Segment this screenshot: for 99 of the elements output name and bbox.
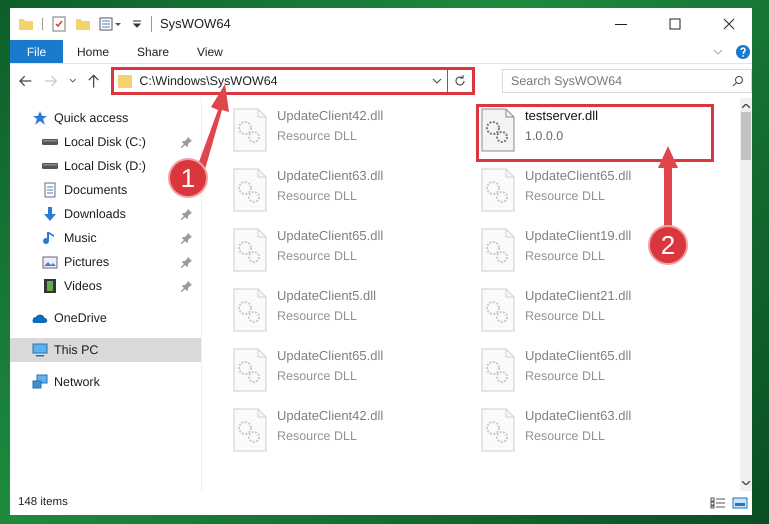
folder-icon	[117, 73, 134, 89]
file-name: UpdateClient65.dll	[277, 228, 384, 244]
file-gears-icon	[233, 108, 267, 152]
sidebar-item[interactable]: Videos	[10, 274, 160, 298]
file-item[interactable]: UpdateClient63.dll Resource DLL	[228, 164, 392, 222]
sidebar-item[interactable]: Network	[10, 370, 201, 394]
file-gears-icon	[481, 288, 515, 332]
file-version: 1.0.0.0	[525, 128, 564, 145]
file-item[interactable]: UpdateClient63.dll Resource DLL	[476, 404, 640, 462]
large-icons-view-icon[interactable]	[732, 497, 748, 509]
network-icon	[32, 374, 48, 390]
file-version: Resource DLL	[277, 248, 358, 265]
file-name: UpdateClient19.dll	[525, 228, 632, 244]
picture-icon	[42, 254, 58, 270]
drive-icon	[42, 163, 58, 169]
drive-icon	[42, 139, 58, 145]
ribbon-tab[interactable]: View	[183, 40, 237, 63]
close-icon	[723, 18, 735, 30]
file-version: Resource DLL	[525, 308, 606, 325]
file-gears-icon	[481, 348, 515, 392]
file-version: Resource DLL	[277, 188, 358, 205]
sidebar-item[interactable]: Pictures	[10, 250, 160, 274]
file-gears-icon	[481, 168, 515, 212]
pin-icon[interactable]	[181, 208, 193, 220]
pin-icon[interactable]	[181, 256, 193, 268]
file-item[interactable]: UpdateClient19.dll Resource DLL	[476, 224, 640, 282]
help-icon[interactable]	[736, 44, 750, 58]
star-icon	[32, 110, 48, 126]
file-version: Resource DLL	[277, 368, 358, 385]
window-title: SysWOW64	[160, 15, 231, 34]
file-version: Resource DLL	[277, 428, 358, 445]
file-item[interactable]: UpdateClient21.dll Resource DLL	[476, 284, 640, 342]
sidebar-item[interactable]: Music	[10, 226, 160, 250]
file-item[interactable]: UpdateClient65.dll Resource DLL	[228, 344, 392, 402]
search-icon	[732, 75, 744, 87]
file-item[interactable]: UpdateClient5.dll Resource DLL	[228, 284, 386, 342]
file-gears-icon	[481, 408, 515, 452]
file-gears-icon	[233, 408, 267, 452]
pin-icon[interactable]	[181, 280, 193, 292]
file-gears-icon	[233, 228, 267, 272]
details-view-icon[interactable]	[710, 497, 726, 509]
ribbon-tab[interactable]: Share	[123, 40, 184, 63]
file-name: UpdateClient42.dll	[277, 108, 384, 124]
file-item[interactable]: UpdateClient65.dll Resource DLL	[228, 224, 392, 282]
file-name: UpdateClient5.dll	[277, 288, 376, 304]
scrollbar-thumb[interactable]	[741, 112, 751, 160]
sidebar-item[interactable]: Local Disk (D:)	[10, 154, 160, 178]
up-arrow-icon[interactable]	[86, 73, 102, 89]
ribbon-tab[interactable]: File	[10, 40, 63, 63]
recent-dropdown-icon[interactable]	[68, 77, 76, 85]
file-name: testserver.dll	[525, 108, 598, 124]
file-item[interactable]: UpdateClient42.dll Resource DLL	[228, 104, 392, 162]
sidebar-item[interactable]: Downloads	[10, 202, 160, 226]
document-icon	[42, 182, 58, 198]
address-path: C:\Windows\SysWOW64	[139, 72, 279, 90]
file-name: UpdateClient42.dll	[277, 408, 384, 424]
item-count: 148 items	[18, 495, 68, 510]
file-gears-icon	[233, 288, 267, 332]
address-bar[interactable]: C:\Windows\SysWOW64	[111, 67, 476, 95]
maximize-icon	[669, 18, 681, 30]
file-item[interactable]: UpdateClient65.dll Resource DLL	[476, 344, 640, 402]
sidebar-item[interactable]: Quick access	[10, 106, 201, 130]
file-name: UpdateClient65.dll	[525, 348, 632, 364]
file-gears-icon	[481, 228, 515, 272]
download-arrow-icon	[42, 206, 58, 222]
file-version: Resource DLL	[525, 368, 606, 385]
file-version: Resource DLL	[525, 188, 606, 205]
ribbon-tab[interactable]: Home	[63, 40, 124, 63]
sidebar-item[interactable]: OneDrive	[10, 306, 201, 330]
monitor-icon	[32, 342, 48, 358]
file-item[interactable]: UpdateClient65.dll Resource DLL	[476, 164, 640, 222]
view-menu-icon[interactable]	[99, 16, 123, 32]
file-version: Resource DLL	[525, 428, 606, 445]
file-gears-icon	[481, 108, 515, 152]
file-gears-icon	[233, 168, 267, 212]
file-name: UpdateClient65.dll	[525, 168, 632, 184]
scroll-up-icon[interactable]	[742, 104, 750, 108]
film-icon	[42, 278, 58, 294]
cloud-icon	[32, 313, 48, 323]
pin-icon[interactable]	[181, 136, 193, 148]
file-name: UpdateClient21.dll	[525, 288, 632, 304]
sidebar-item[interactable]: Documents	[10, 178, 160, 202]
scroll-down-icon[interactable]	[742, 481, 750, 485]
file-item[interactable]: UpdateClient42.dll Resource DLL	[228, 404, 392, 462]
sidebar-item[interactable]: This PC	[10, 338, 201, 362]
file-item[interactable]: testserver.dll 1.0.0.0	[476, 104, 714, 162]
file-name: UpdateClient63.dll	[277, 168, 384, 184]
file-version: Resource DLL	[277, 128, 358, 145]
file-gears-icon	[233, 348, 267, 392]
sidebar-item[interactable]: Local Disk (C:)	[10, 130, 160, 154]
search-field[interactable]: Search SysWOW64	[502, 69, 752, 93]
properties-icon[interactable]	[51, 16, 67, 32]
file-name: UpdateClient63.dll	[525, 408, 632, 424]
file-version: Resource DLL	[277, 308, 358, 325]
back-arrow-icon[interactable]	[18, 73, 34, 89]
file-version: Resource DLL	[525, 248, 606, 265]
file-name: UpdateClient65.dll	[277, 348, 384, 364]
scrollbar[interactable]	[740, 98, 752, 491]
pin-icon[interactable]	[181, 232, 193, 244]
